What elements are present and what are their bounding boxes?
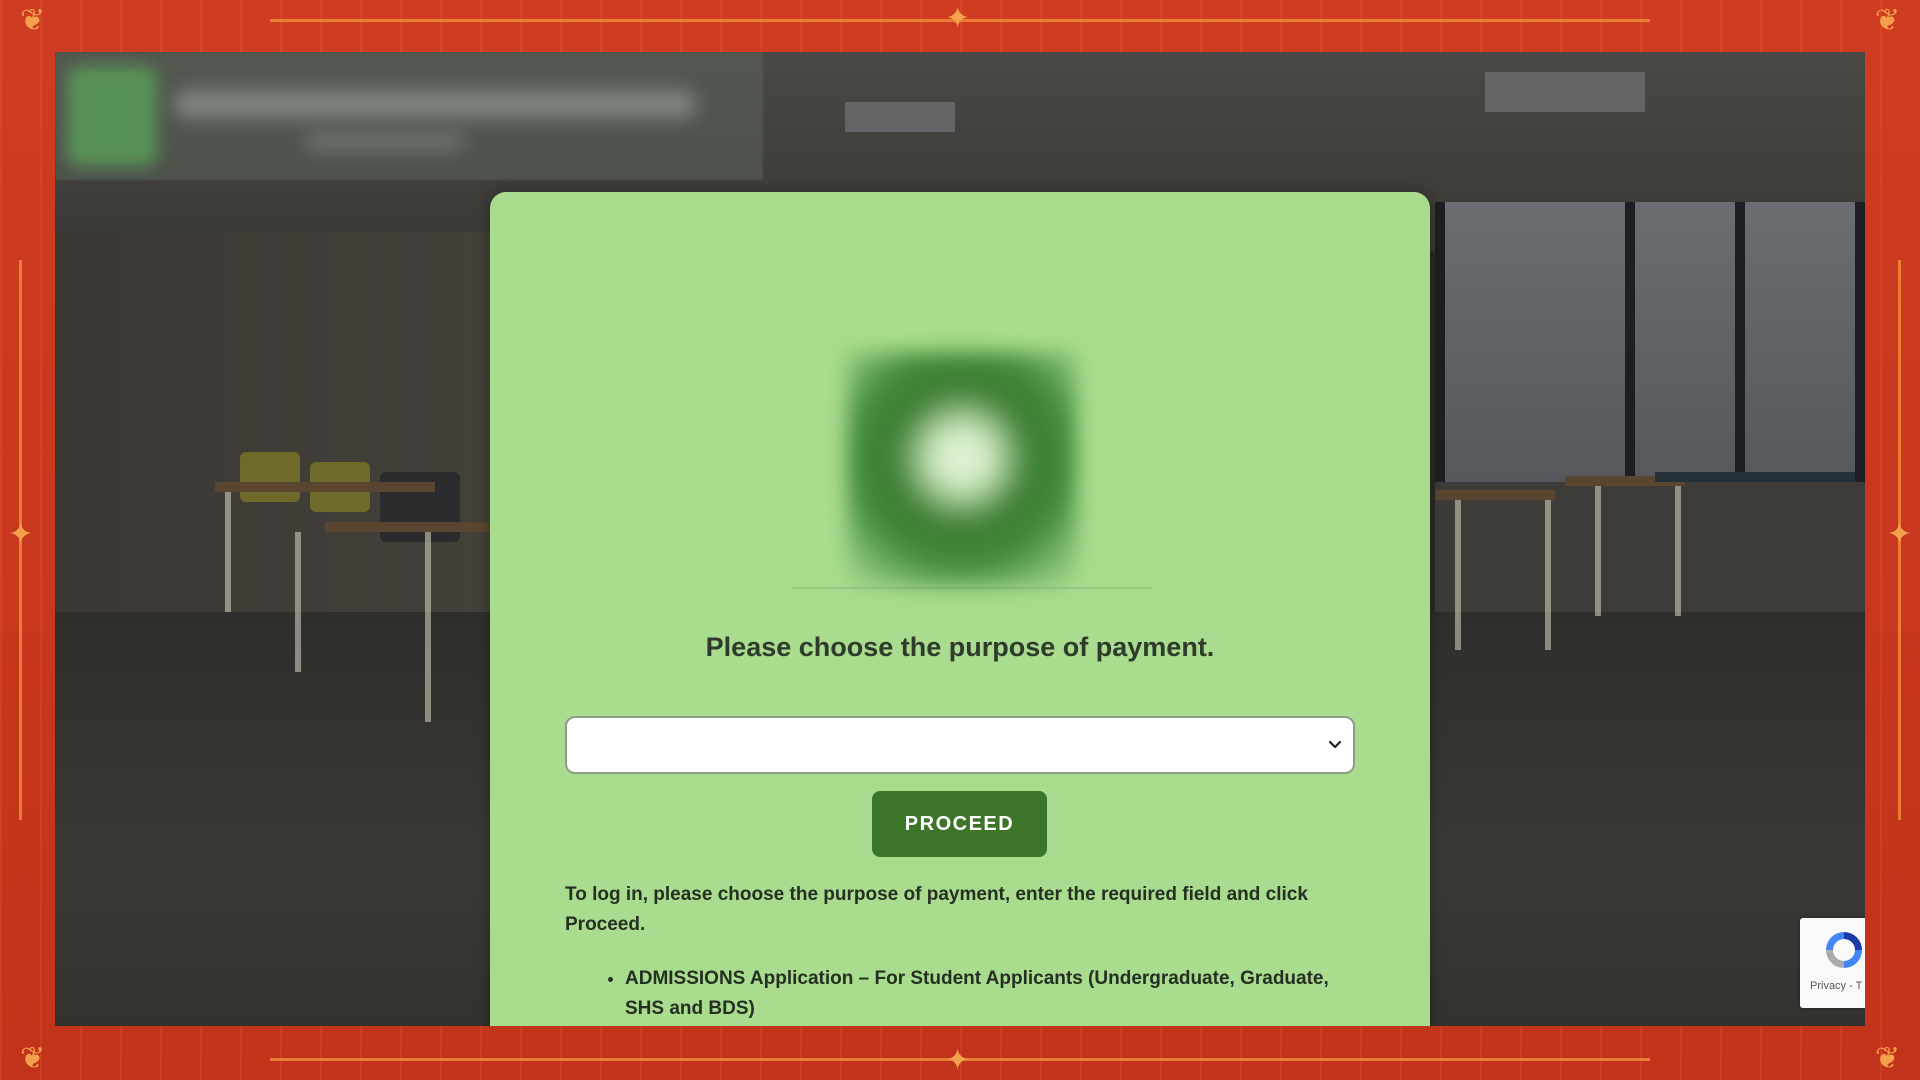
background-desk (1435, 490, 1555, 500)
background-desk (215, 482, 435, 492)
proceed-button[interactable]: PROCEED (872, 791, 1047, 857)
payment-purpose-card: Please choose the purpose of payment. PR… (490, 192, 1430, 1026)
frame-side-ornament: ✦ (1886, 517, 1912, 552)
blurred-header-logo (67, 66, 157, 166)
ceiling-light (845, 102, 955, 132)
background-desk-leg (1455, 500, 1461, 650)
logo-container (792, 332, 1152, 589)
background-wall (55, 232, 555, 652)
recaptcha-privacy-text[interactable]: Privacy - T (1810, 980, 1862, 992)
blurred-header-title (175, 90, 695, 118)
frame-corner-ornament: ❦ (20, 1041, 46, 1076)
browser-viewport: Please choose the purpose of payment. PR… (55, 52, 1865, 1026)
recaptcha-badge[interactable]: Privacy - T (1800, 918, 1865, 1008)
blurred-institution-logo (847, 352, 1077, 587)
frame-center-ornament: ✦ (945, 1, 971, 36)
background-desk-leg (295, 532, 301, 672)
frame-corner-ornament: ❦ (1874, 3, 1900, 38)
frame-corner-ornament: ❦ (20, 3, 46, 38)
list-item: ADMISSIONS Application – For Student App… (625, 964, 1365, 1024)
background-desk-leg (1675, 486, 1681, 616)
login-instructions: To log in, please choose the purpose of … (565, 884, 1308, 935)
frame-side-ornament: ✦ (8, 517, 34, 552)
background-window (1435, 202, 1865, 482)
frame-corner-ornament: ❦ (1874, 1041, 1900, 1076)
background-chair (240, 452, 300, 502)
background-desk (1655, 472, 1855, 482)
background-desk-leg (425, 532, 431, 722)
ceiling-light (1485, 72, 1645, 112)
chevron-down-icon (1328, 740, 1342, 749)
background-wall (1435, 482, 1865, 622)
background-desk-leg (1595, 486, 1601, 616)
purpose-of-payment-select[interactable] (565, 716, 1355, 774)
blurred-header-subtitle (305, 132, 465, 150)
background-desk-leg (225, 492, 231, 612)
blurred-header (55, 52, 763, 180)
background-desk-leg (1545, 500, 1551, 650)
frame-center-ornament: ✦ (945, 1043, 971, 1078)
payment-options-list: ADMISSIONS Application – For Student App… (565, 964, 1365, 1024)
recaptcha-logo-icon (1826, 932, 1862, 968)
page-heading: Please choose the purpose of payment. (705, 632, 1215, 662)
